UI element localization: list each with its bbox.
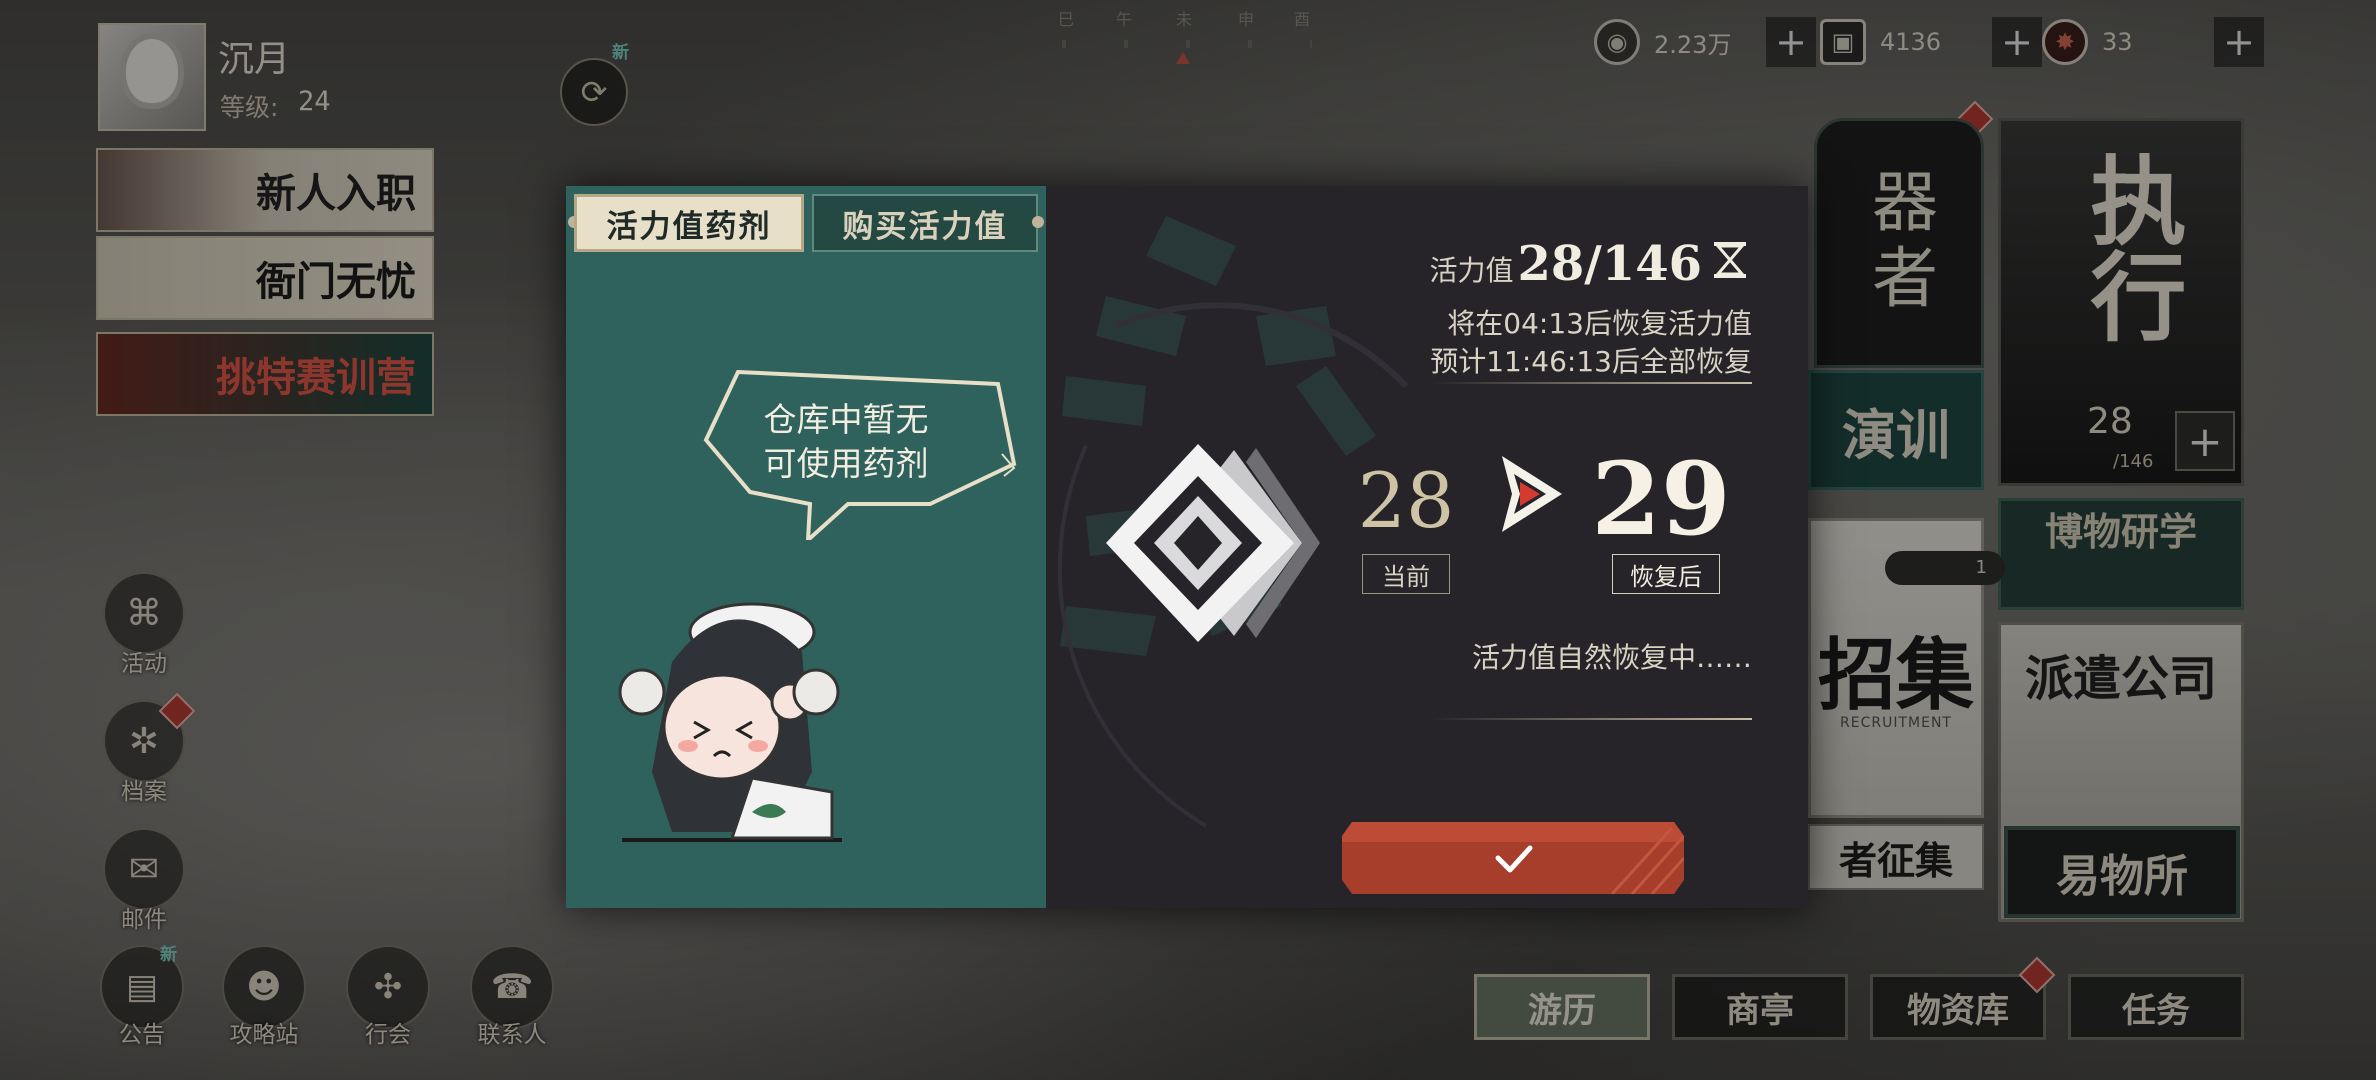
stamina-info-panel: 活力值 28/146 将在04:13后恢复活力值 预计11:46:13后全部恢复… bbox=[1046, 186, 1808, 908]
divider bbox=[1432, 718, 1752, 720]
tab-ornament bbox=[1032, 216, 1044, 228]
full-recover-text: 预计11:46:13后全部恢复 bbox=[1430, 345, 1752, 378]
confirm-button[interactable] bbox=[1342, 822, 1684, 894]
stamina-key: 活力值 bbox=[1429, 254, 1514, 287]
stamina-dialog: 活力值药剂 购买活力值 仓库中暂无 可使用药剂 活力值 28/146 将在04:… bbox=[566, 186, 1808, 908]
chibi-maid-icon bbox=[618, 602, 842, 842]
potion-panel: 活力值药剂 购买活力值 仓库中暂无 可使用药剂 bbox=[566, 186, 1048, 908]
tab-buy-stamina[interactable]: 购买活力值 bbox=[812, 194, 1038, 252]
hourglass-icon bbox=[1714, 242, 1746, 278]
current-label: 当前 bbox=[1362, 554, 1450, 594]
empty-inventory-message: 仓库中暂无 可使用药剂 bbox=[736, 398, 956, 486]
empty-text-line: 仓库中暂无 bbox=[763, 400, 929, 439]
next-recover-text: 将在04:13后恢复活力值 bbox=[1447, 307, 1752, 340]
stamina-diamond-icon bbox=[1106, 444, 1320, 642]
tab-stamina-potion[interactable]: 活力值药剂 bbox=[574, 194, 804, 252]
after-label: 恢复后 bbox=[1612, 554, 1720, 594]
after-stamina-value: 29 bbox=[1591, 440, 1731, 558]
current-stamina-value: 28 bbox=[1357, 456, 1455, 545]
recovery-status-text: 活力值自然恢复中…… bbox=[1471, 641, 1752, 674]
stamina-value: 28/146 bbox=[1517, 236, 1702, 292]
arrow-right-icon bbox=[1502, 456, 1562, 532]
divider bbox=[1432, 382, 1752, 384]
empty-text-line: 可使用药剂 bbox=[763, 444, 929, 483]
stamina-summary: 活力值 28/146 bbox=[1429, 236, 1748, 292]
